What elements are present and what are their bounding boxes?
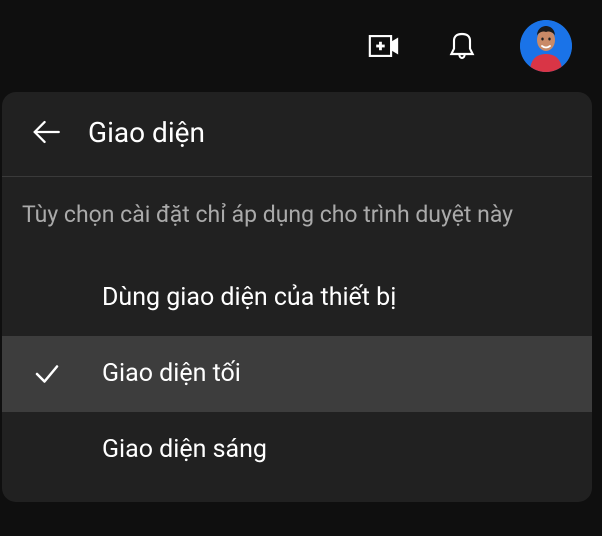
avatar-button[interactable] xyxy=(520,20,572,72)
option-light-theme[interactable]: Giao diện sáng xyxy=(2,412,592,488)
theme-options: Dùng giao diện của thiết bị Giao diện tố… xyxy=(2,260,592,488)
panel-description: Tùy chọn cài đặt chỉ áp dụng cho trình d… xyxy=(2,177,592,260)
check-icon xyxy=(32,359,62,389)
option-device-theme[interactable]: Dùng giao diện của thiết bị xyxy=(2,260,592,336)
option-label: Giao diện sáng xyxy=(102,435,267,464)
back-button[interactable] xyxy=(28,114,64,150)
appearance-panel: Giao diện Tùy chọn cài đặt chỉ áp dụng c… xyxy=(2,92,592,502)
bell-icon xyxy=(446,30,478,62)
option-dark-theme[interactable]: Giao diện tối xyxy=(2,336,592,412)
notifications-button[interactable] xyxy=(442,26,482,66)
create-video-button[interactable] xyxy=(364,26,404,66)
option-check-slot xyxy=(32,359,102,389)
top-bar xyxy=(0,0,602,92)
video-plus-icon xyxy=(367,29,401,63)
panel-title: Giao diện xyxy=(88,116,205,149)
option-label: Dùng giao diện của thiết bị xyxy=(102,283,396,312)
panel-header: Giao diện xyxy=(2,92,592,177)
option-label: Giao diện tối xyxy=(102,359,241,388)
arrow-left-icon xyxy=(29,115,63,149)
avatar-image xyxy=(520,20,572,72)
